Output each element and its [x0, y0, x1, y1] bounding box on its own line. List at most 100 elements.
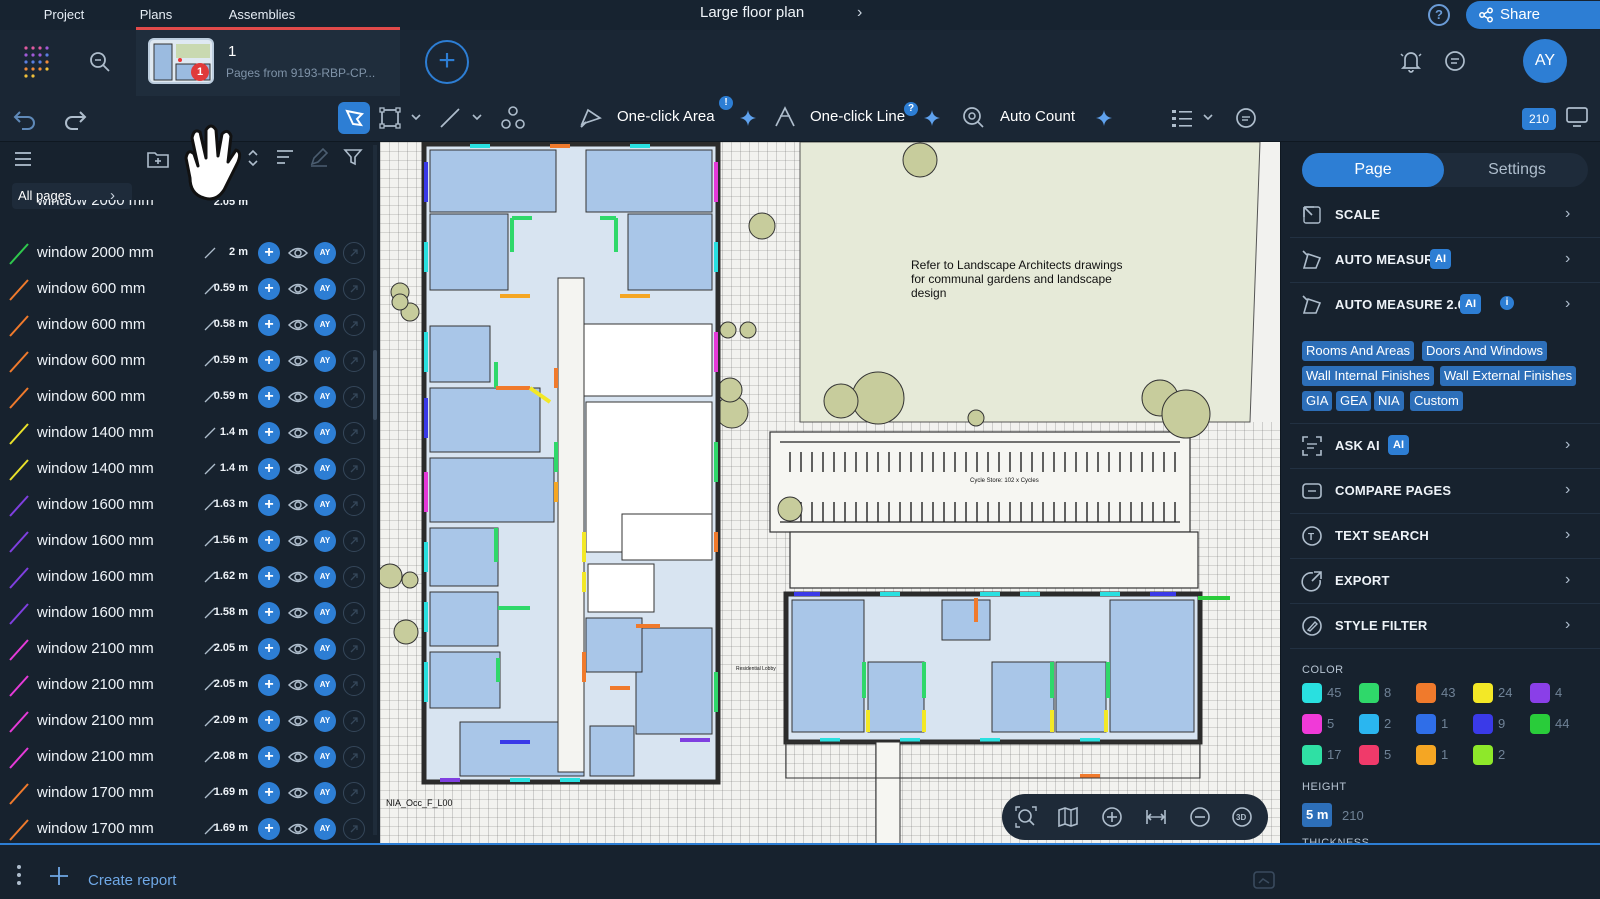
color-swatch[interactable]	[1530, 683, 1550, 703]
list-item[interactable]: window 2000 mm 2 m + AY	[0, 236, 372, 271]
add-button[interactable]: +	[258, 314, 280, 336]
assignee-avatar[interactable]: AY	[314, 746, 336, 768]
assignee-avatar[interactable]: AY	[314, 458, 336, 480]
eye-icon[interactable]	[288, 388, 308, 406]
assignee-avatar[interactable]: AY	[314, 386, 336, 408]
eye-icon[interactable]	[288, 604, 308, 622]
report-icon[interactable]	[1252, 870, 1276, 892]
color-swatch[interactable]	[1302, 714, 1322, 734]
help-icon[interactable]: ?	[1428, 4, 1450, 26]
share-button[interactable]: Share	[1466, 1, 1600, 29]
open-arrow-icon[interactable]	[343, 386, 365, 408]
map-icon[interactable]	[1056, 805, 1080, 829]
create-report-button[interactable]: Create report	[88, 872, 176, 889]
eye-icon[interactable]	[288, 496, 308, 514]
undo-icon[interactable]	[12, 106, 38, 130]
redo-icon[interactable]	[62, 106, 88, 130]
color-swatch[interactable]	[1359, 714, 1379, 734]
menu-compare-pages[interactable]: COMPARE PAGES ›	[1290, 469, 1600, 514]
list-item[interactable]: window 1600 mm 1.63 m + AY	[0, 488, 372, 523]
list-item[interactable]: window 1600 mm 1.58 m + AY	[0, 596, 372, 631]
open-arrow-icon[interactable]	[343, 710, 365, 732]
one-click-line-button[interactable]: One-click Line	[810, 108, 905, 125]
tab-project[interactable]: Project	[28, 0, 100, 30]
line-tool-icon[interactable]	[438, 106, 462, 130]
assignee-avatar[interactable]: AY	[314, 422, 336, 444]
chip-custom[interactable]: Custom	[1410, 391, 1463, 411]
eye-icon[interactable]	[288, 532, 308, 550]
color-swatch[interactable]	[1416, 745, 1436, 765]
color-swatch[interactable]	[1416, 683, 1436, 703]
assignee-avatar[interactable]: AY	[314, 638, 336, 660]
one-click-area-icon[interactable]	[578, 104, 604, 130]
add-button[interactable]: +	[258, 350, 280, 372]
scrollbar-thumb[interactable]	[373, 350, 377, 420]
chip-nia[interactable]: NIA	[1374, 391, 1404, 411]
menu-export[interactable]: EXPORT ›	[1290, 559, 1600, 604]
assignee-avatar[interactable]: AY	[314, 602, 336, 624]
assignee-avatar[interactable]: AY	[314, 530, 336, 552]
open-arrow-icon[interactable]	[343, 782, 365, 804]
tab-assemblies[interactable]: Assemblies	[224, 0, 300, 30]
list-item[interactable]: window 600 mm 0.59 m + AY	[0, 380, 372, 415]
add-button[interactable]: +	[258, 710, 280, 732]
list-item[interactable]: window 600 mm 0.58 m + AY	[0, 308, 372, 343]
eye-icon[interactable]	[288, 280, 308, 298]
auto-count-button[interactable]: Auto Count	[1000, 108, 1075, 125]
scrollbar[interactable]	[373, 145, 377, 835]
open-arrow-icon[interactable]	[343, 746, 365, 768]
eye-icon[interactable]	[288, 568, 308, 586]
open-arrow-icon[interactable]	[343, 278, 365, 300]
open-arrow-icon[interactable]	[343, 566, 365, 588]
eye-icon[interactable]	[288, 712, 308, 730]
list-item[interactable]: window 2100 mm 2.09 m + AY	[0, 704, 372, 739]
chip-doors-windows[interactable]: Doors And Windows	[1422, 341, 1548, 361]
open-arrow-icon[interactable]	[343, 674, 365, 696]
user-avatar[interactable]: AY	[1523, 39, 1567, 83]
list-item[interactable]: window 1400 mm 1.4 m + AY	[0, 452, 372, 487]
info-icon[interactable]: i	[1500, 296, 1514, 310]
search-icon[interactable]	[88, 50, 112, 74]
list-icon[interactable]	[1170, 106, 1194, 130]
zoom-fit-icon[interactable]	[1014, 805, 1038, 829]
list-item[interactable]: window 1600 mm 1.56 m + AY	[0, 524, 372, 559]
eye-icon[interactable]	[288, 244, 308, 262]
open-arrow-icon[interactable]	[343, 638, 365, 660]
add-button[interactable]: +	[258, 458, 280, 480]
auto-count-icon[interactable]	[960, 104, 986, 130]
area-tool-icon[interactable]	[378, 106, 402, 130]
eye-icon[interactable]	[288, 640, 308, 658]
color-swatch[interactable]	[1473, 714, 1493, 734]
assignee-avatar[interactable]: AY	[314, 782, 336, 804]
assignee-avatar[interactable]: AY	[314, 674, 336, 696]
color-swatch[interactable]	[1473, 683, 1493, 703]
add-button[interactable]: +	[258, 530, 280, 552]
color-swatch[interactable]	[1302, 745, 1322, 765]
color-swatch[interactable]	[1416, 714, 1436, 734]
one-click-area-button[interactable]: One-click Area	[617, 108, 715, 125]
edit-icon[interactable]	[308, 146, 330, 168]
list-item[interactable]: window 2100 mm 2.05 m + AY	[0, 632, 372, 667]
chevron-down-icon[interactable]	[410, 112, 422, 122]
open-arrow-icon[interactable]	[343, 458, 365, 480]
menu-style-filter[interactable]: STYLE FILTER ›	[1290, 604, 1600, 649]
list-item[interactable]: window 2100 mm 2.05 m + AY	[0, 668, 372, 703]
eye-icon[interactable]	[288, 748, 308, 766]
tab-plans[interactable]: Plans	[136, 0, 176, 30]
menu-auto-measure-2[interactable]: AUTO MEASURE 2.0 AI i ›	[1290, 283, 1600, 328]
open-arrow-icon[interactable]	[343, 602, 365, 624]
drawing-canvas[interactable]: Refer to Landscape Architects drawings f…	[380, 142, 1280, 852]
add-button[interactable]: +	[258, 746, 280, 768]
color-swatch[interactable]	[1473, 745, 1493, 765]
tab-page[interactable]: Page	[1302, 153, 1444, 187]
align-icon[interactable]	[274, 146, 296, 168]
chip-gea[interactable]: GEA	[1336, 391, 1372, 411]
assignee-avatar[interactable]: AY	[314, 494, 336, 516]
add-button[interactable]: +	[258, 674, 280, 696]
open-arrow-icon[interactable]	[343, 818, 365, 840]
list-item[interactable]: window 600 mm 0.59 m + AY	[0, 344, 372, 379]
add-button[interactable]: +	[258, 818, 280, 840]
add-folder-icon[interactable]	[146, 148, 170, 170]
app-logo-icon[interactable]	[22, 44, 56, 78]
menu-text-search[interactable]: T TEXT SEARCH ›	[1290, 514, 1600, 559]
